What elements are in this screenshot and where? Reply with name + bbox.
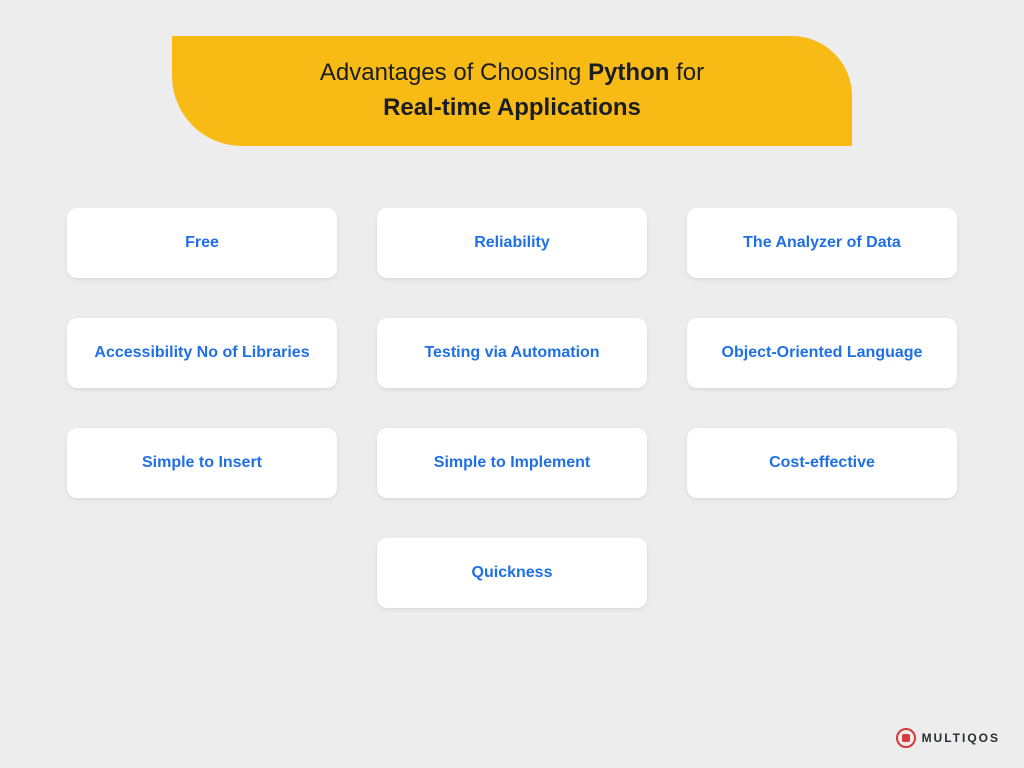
title-bold: Python bbox=[588, 59, 669, 86]
title-prefix: Advantages of Choosing bbox=[320, 59, 588, 86]
title-suffix: for bbox=[669, 59, 704, 86]
advantage-card: Accessibility No of Libraries bbox=[67, 318, 337, 388]
brand-logo: MULTIQOS bbox=[896, 728, 1000, 748]
advantage-card: Quickness bbox=[377, 538, 647, 608]
advantage-card: Simple to Implement bbox=[377, 428, 647, 498]
advantage-card: Free bbox=[67, 208, 337, 278]
brand-logo-text: MULTIQOS bbox=[922, 731, 1000, 745]
advantage-label: Quickness bbox=[472, 563, 553, 584]
advantage-label: Object-Oriented Language bbox=[722, 343, 923, 364]
advantage-card: Testing via Automation bbox=[377, 318, 647, 388]
advantage-label: Free bbox=[185, 233, 219, 254]
title-banner: Advantages of Choosing Python for Real-t… bbox=[172, 36, 852, 146]
grid-row: Simple to Insert Simple to Implement Cos… bbox=[67, 428, 957, 498]
advantage-card: Object-Oriented Language bbox=[687, 318, 957, 388]
title-line-2: Real-time Applications bbox=[383, 91, 641, 126]
advantage-label: Accessibility No of Libraries bbox=[94, 343, 309, 364]
advantage-card: Simple to Insert bbox=[67, 428, 337, 498]
advantage-label: The Analyzer of Data bbox=[743, 233, 901, 254]
advantage-label: Simple to Insert bbox=[142, 453, 262, 474]
advantage-label: Reliability bbox=[474, 233, 550, 254]
title-line-1: Advantages of Choosing Python for bbox=[320, 56, 704, 91]
grid-row: Free Reliability The Analyzer of Data bbox=[67, 208, 957, 278]
advantage-label: Simple to Implement bbox=[434, 453, 590, 474]
advantage-label: Cost-effective bbox=[769, 453, 875, 474]
advantage-card: The Analyzer of Data bbox=[687, 208, 957, 278]
title-banner-shape: Advantages of Choosing Python for Real-t… bbox=[172, 36, 852, 146]
advantage-label: Testing via Automation bbox=[424, 343, 599, 364]
advantage-card: Cost-effective bbox=[687, 428, 957, 498]
advantage-grid: Free Reliability The Analyzer of Data Ac… bbox=[67, 208, 957, 608]
advantage-card: Reliability bbox=[377, 208, 647, 278]
grid-row: Accessibility No of Libraries Testing vi… bbox=[67, 318, 957, 388]
grid-row: Quickness bbox=[67, 538, 957, 608]
brand-logo-icon bbox=[896, 728, 916, 748]
